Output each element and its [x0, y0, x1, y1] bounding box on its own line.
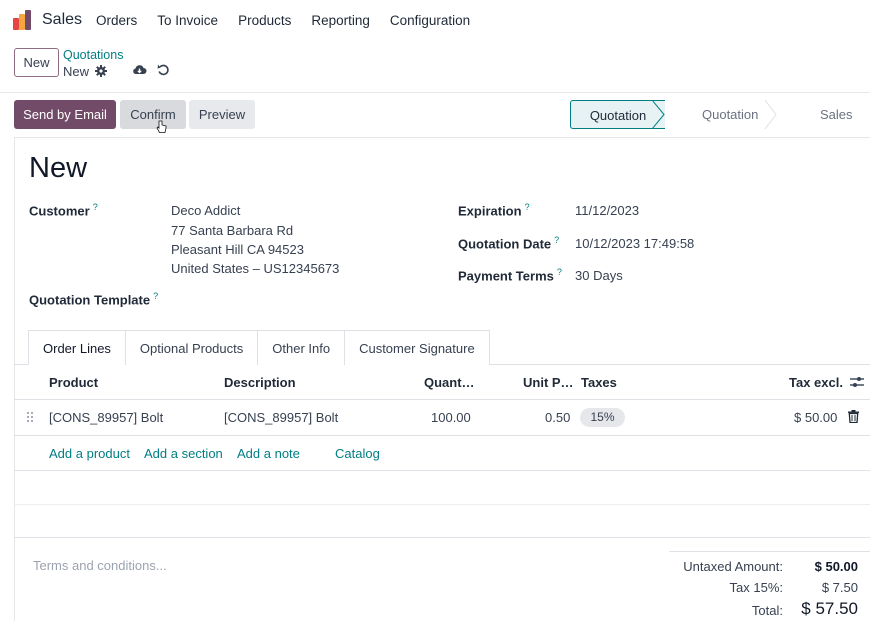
untaxed-amount-label: Untaxed Amount: [683, 559, 783, 574]
tab-optional-products[interactable]: Optional Products [124, 330, 259, 365]
help-icon[interactable]: ? [525, 202, 530, 212]
optional-columns-icon[interactable] [850, 376, 864, 388]
tax-badge[interactable]: 15% [580, 408, 625, 427]
total-label: Total: [751, 603, 783, 618]
stage-sales-order[interactable]: Sales Order [787, 100, 870, 151]
stage-quotation[interactable]: Quotation [570, 100, 665, 129]
customer-name[interactable]: Deco Addict [171, 203, 240, 218]
column-header-tax-excl[interactable]: Tax excl. [789, 375, 843, 390]
gear-icon[interactable] [95, 65, 107, 77]
tab-order-lines[interactable]: Order Lines [28, 330, 126, 365]
sales-app-icon[interactable] [13, 10, 33, 30]
quotation-date-field[interactable]: 10/12/2023 17:49:58 [575, 236, 694, 251]
add-product-link[interactable]: Add a product [49, 446, 130, 461]
tab-other-info[interactable]: Other Info [257, 330, 346, 365]
tab-customer-signature[interactable]: Customer Signature [344, 330, 490, 365]
help-icon[interactable]: ? [554, 235, 559, 245]
column-header-product[interactable]: Product [49, 375, 98, 390]
quotation-date-label: Quotation Date? [458, 235, 560, 252]
customer-label: Customer? [29, 202, 98, 219]
menu-reporting[interactable]: Reporting [311, 13, 370, 28]
customer-address-line: United States – US12345673 [171, 261, 340, 276]
help-icon[interactable]: ? [557, 267, 562, 277]
table-row-divider [14, 504, 870, 505]
status-bar: Quotation Quotation Sent Sales Order [570, 100, 870, 151]
quotation-template-label: Quotation Template? [29, 291, 159, 308]
breadcrumb-quotations[interactable]: Quotations [63, 48, 123, 62]
terms-conditions-input[interactable]: Terms and conditions... [33, 558, 167, 573]
breadcrumb-current: New [63, 64, 90, 79]
untaxed-amount-value: $ 50.00 [814, 559, 858, 574]
expiration-field[interactable]: 11/12/2023 [575, 203, 639, 218]
column-header-quantity[interactable]: Quant… [424, 375, 475, 390]
customer-address-line: 77 Santa Barbara Rd [171, 223, 294, 238]
save-cloud-icon[interactable] [132, 63, 147, 76]
tax-label: Tax 15%: [729, 580, 783, 595]
discard-undo-icon[interactable] [157, 63, 170, 76]
help-icon[interactable]: ? [93, 202, 98, 212]
confirm-button[interactable]: Confirm [120, 100, 186, 129]
line-unit-price[interactable]: 0.50 [545, 410, 570, 425]
mouse-pointer-icon [156, 120, 167, 133]
add-section-link[interactable]: Add a section [144, 446, 223, 461]
tax-value: $ 7.50 [821, 580, 858, 595]
column-header-taxes[interactable]: Taxes [581, 375, 617, 390]
drag-handle-icon[interactable] [26, 411, 34, 423]
payment-terms-field[interactable]: 30 Days [575, 268, 623, 283]
menu-configuration[interactable]: Configuration [390, 13, 470, 28]
line-description[interactable]: [CONS_89957] Bolt [224, 410, 338, 425]
app-name[interactable]: Sales [42, 11, 82, 29]
table-row-divider [14, 470, 870, 471]
column-header-description[interactable]: Description [224, 375, 296, 390]
payment-terms-label: Payment Terms? [458, 267, 562, 284]
line-subtotal: $ 50.00 [794, 410, 838, 425]
preview-button[interactable]: Preview [189, 100, 255, 129]
customer-address-line: Pleasant Hill CA 94523 [171, 242, 304, 257]
table-header-divider [14, 399, 870, 400]
expiration-label: Expiration? [458, 202, 530, 219]
add-note-link[interactable]: Add a note [237, 446, 300, 461]
trash-icon[interactable] [848, 410, 859, 423]
stage-separator-icon [764, 100, 777, 129]
send-by-email-button[interactable]: Send by Email [14, 100, 116, 129]
main-menu: Orders To Invoice Products Reporting Con… [96, 13, 490, 28]
menu-to-invoice[interactable]: To Invoice [157, 13, 218, 28]
line-quantity[interactable]: 100.00 [431, 410, 471, 425]
stage-arrow-icon [652, 100, 665, 129]
control-panel-divider [0, 92, 870, 93]
record-title: New [29, 152, 88, 184]
help-icon[interactable]: ? [153, 291, 158, 301]
table-bottom-divider [14, 537, 870, 538]
new-record-button[interactable]: New [14, 48, 59, 77]
notebook-tabs: Order Lines Optional Products Other Info… [28, 330, 490, 365]
line-product[interactable]: [CONS_89957] Bolt [49, 410, 163, 425]
totals-divider [669, 551, 870, 552]
table-row-divider [14, 435, 870, 436]
total-value: $ 57.50 [801, 599, 858, 618]
menu-products[interactable]: Products [238, 13, 291, 28]
catalog-link[interactable]: Catalog [335, 446, 380, 461]
menu-orders[interactable]: Orders [96, 13, 137, 28]
column-header-unit-price[interactable]: Unit P… [523, 375, 574, 390]
